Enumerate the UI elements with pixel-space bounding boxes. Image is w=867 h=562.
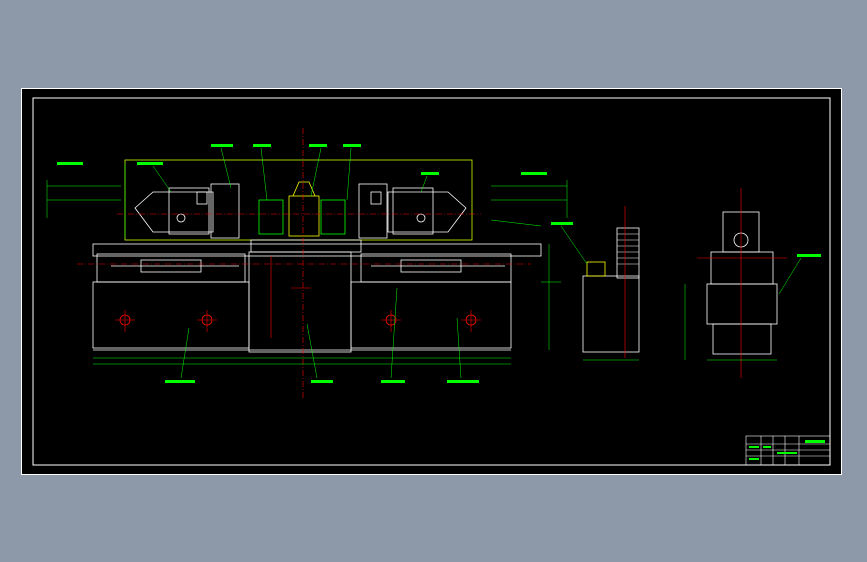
centerlines — [77, 128, 531, 398]
center-assembly — [258, 181, 346, 237]
bed-holes — [119, 314, 477, 326]
upper-housing — [124, 159, 473, 241]
drawing-canvas[interactable] — [21, 88, 842, 475]
grinding-head-right — [358, 183, 467, 239]
hydraulic-unit-view — [551, 206, 640, 361]
front-view — [46, 128, 568, 398]
machine-bed — [92, 251, 512, 353]
end-view — [684, 188, 821, 378]
title-block — [745, 435, 831, 466]
inner-frame — [32, 97, 831, 466]
carriage-left — [96, 253, 246, 283]
grinding-head-left — [134, 183, 240, 239]
annotation-labels — [57, 144, 547, 383]
leader-lines — [152, 147, 542, 379]
cad-drawing — [21, 88, 842, 475]
outer-frame — [21, 88, 842, 475]
carriage-right — [360, 253, 512, 283]
